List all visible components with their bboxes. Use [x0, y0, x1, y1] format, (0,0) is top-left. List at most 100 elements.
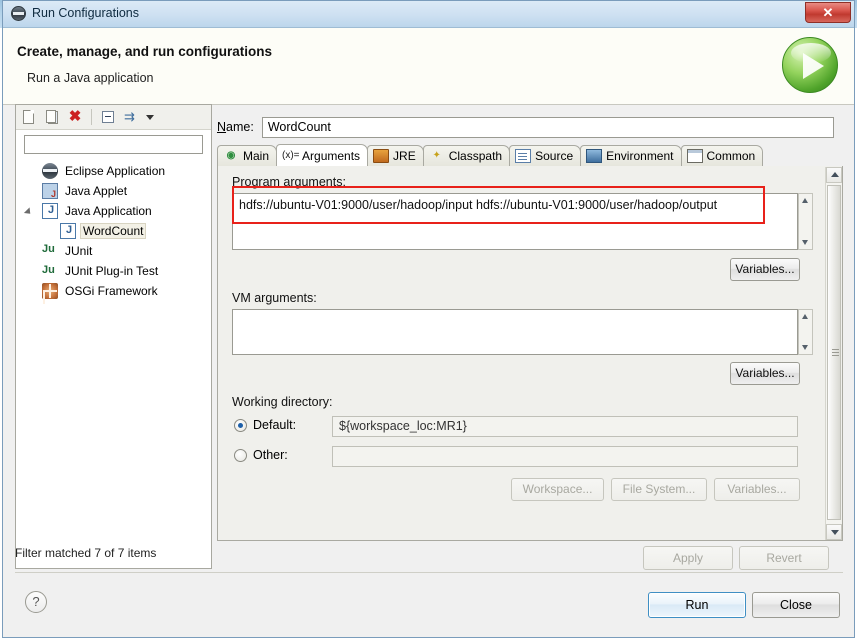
tree-item-java-applet[interactable]: Java Applet	[16, 181, 211, 201]
tab-label: Main	[243, 149, 270, 163]
source-tab-icon	[515, 149, 532, 163]
tab-common[interactable]: Common	[680, 145, 764, 166]
dialog-title: Run Configurations	[32, 6, 140, 20]
vm-arguments-label: VM arguments:	[232, 291, 317, 305]
tab-source[interactable]: Source	[509, 145, 582, 166]
java-applet-icon	[42, 183, 58, 199]
tab-label: Environment	[606, 149, 674, 163]
java-application-icon	[42, 203, 58, 219]
eclipse-icon	[11, 6, 26, 21]
tab-label: Common	[706, 149, 756, 163]
junit-plugin-icon	[42, 263, 58, 279]
footer-divider	[15, 572, 843, 573]
vm-arguments-input[interactable]	[232, 309, 798, 355]
program-arguments-label: Program arguments:	[232, 175, 346, 189]
working-directory-default-value: ${workspace_loc:MR1}	[332, 416, 798, 437]
arguments-tab-icon: (x)=	[282, 149, 300, 161]
working-directory-default-row[interactable]: Default:	[234, 418, 296, 432]
other-radio[interactable]	[234, 448, 247, 462]
tree-item-wordcount[interactable]: WordCount	[16, 221, 211, 241]
dialog-titlebar: Run Configurations ✕	[3, 1, 854, 28]
configuration-editor: Name: ◉ Main (x)= Arguments JRE ✦	[217, 104, 843, 570]
chevron-down-icon[interactable]	[146, 114, 154, 120]
tab-label: Classpath	[448, 149, 503, 163]
program-arguments-input[interactable]: hdfs://ubuntu-V01:9000/user/hadoop/input…	[232, 193, 798, 250]
tree-item-label: Java Applet	[65, 184, 128, 198]
tree-item-junit[interactable]: JUnit	[16, 241, 211, 261]
filter-input[interactable]	[24, 135, 203, 154]
vm-arguments-variables-button[interactable]: Variables...	[730, 362, 800, 385]
dialog-body: ✖ ⇉ Eclipse Application Java App	[3, 104, 854, 574]
run-play-icon	[782, 37, 838, 93]
scroll-up-icon[interactable]	[826, 167, 842, 183]
run-configurations-dialog: Run Configurations ✕ Create, manage, and…	[2, 0, 855, 638]
tree-item-label: Eclipse Application	[65, 164, 166, 178]
tab-label: Arguments	[302, 148, 361, 163]
header-title: Create, manage, and run configurations	[17, 44, 273, 59]
new-document-icon[interactable]	[20, 108, 38, 126]
default-radio[interactable]	[234, 418, 247, 432]
working-directory-variables-button[interactable]: Variables...	[714, 478, 800, 501]
name-row: Name:	[217, 116, 843, 138]
tab-label: Source	[535, 149, 574, 163]
name-label: Name:	[217, 120, 254, 134]
copy-icon[interactable]	[43, 108, 61, 126]
working-directory-other-input[interactable]	[332, 446, 798, 467]
configurations-tree: Eclipse Application Java Applet Java App…	[16, 161, 211, 301]
header-subtitle: Run a Java application	[27, 71, 154, 85]
tab-label: JRE	[393, 149, 416, 163]
default-radio-label: Default:	[253, 418, 297, 432]
workspace-button[interactable]: Workspace...	[511, 478, 604, 501]
revert-button[interactable]: Revert	[739, 546, 829, 570]
program-arguments-scrollbar[interactable]	[798, 193, 813, 250]
tab-main[interactable]: ◉ Main	[217, 145, 278, 166]
tree-item-osgi-framework[interactable]: OSGi Framework	[16, 281, 211, 301]
tab-classpath[interactable]: ✦ Classpath	[422, 145, 511, 166]
main-tab-icon: ◉	[226, 150, 236, 161]
help-question-icon[interactable]: ?	[25, 591, 47, 613]
environment-tab-icon	[586, 149, 603, 163]
tree-item-eclipse-application[interactable]: Eclipse Application	[16, 161, 211, 181]
content-scrollbar[interactable]	[825, 167, 842, 540]
filter-icon[interactable]: ⇉	[122, 108, 140, 126]
scrollbar-thumb[interactable]	[827, 185, 841, 520]
tab-jre[interactable]: JRE	[367, 145, 424, 166]
program-arguments-variables-button[interactable]: Variables...	[730, 258, 800, 281]
tree-item-label: JUnit Plug-in Test	[65, 264, 159, 278]
collapse-all-icon[interactable]	[99, 108, 117, 126]
apply-button[interactable]: Apply	[643, 546, 733, 570]
tree-item-java-application[interactable]: Java Application	[16, 201, 211, 221]
working-directory-label: Working directory:	[232, 395, 333, 409]
tab-environment[interactable]: Environment	[580, 145, 682, 166]
close-button[interactable]: Close	[752, 592, 840, 618]
toolbar-divider	[91, 109, 92, 125]
tab-arguments[interactable]: (x)= Arguments	[276, 144, 369, 166]
scroll-down-icon[interactable]	[826, 524, 842, 540]
java-application-icon	[60, 223, 76, 239]
configuration-tabs: ◉ Main (x)= Arguments JRE ✦ Classpath So…	[217, 144, 843, 167]
classpath-tab-icon: ✦	[432, 150, 441, 161]
vm-arguments-scrollbar[interactable]	[798, 309, 813, 355]
run-button[interactable]: Run	[648, 592, 746, 618]
delete-x-icon[interactable]: ✖	[66, 108, 84, 126]
tree-item-label: JUnit	[65, 244, 93, 258]
osgi-icon	[42, 283, 58, 299]
tree-item-label: WordCount	[79, 223, 147, 239]
other-radio-label: Other:	[253, 448, 288, 462]
window-close-button[interactable]: ✕	[805, 2, 851, 23]
tree-item-label: Java Application	[65, 204, 152, 218]
tree-item-label: OSGi Framework	[65, 284, 158, 298]
name-input[interactable]	[261, 116, 834, 138]
arguments-tab-panel: Program arguments: hdfs://ubuntu-V01:900…	[217, 166, 843, 541]
filter-status-text: Filter matched 7 of 7 items	[15, 546, 157, 560]
working-directory-other-row[interactable]: Other:	[234, 448, 288, 462]
jre-tab-icon	[373, 149, 390, 163]
junit-icon	[42, 243, 58, 259]
common-tab-icon	[686, 149, 703, 163]
configurations-tree-panel: ✖ ⇉ Eclipse Application Java App	[15, 104, 212, 569]
file-system-button[interactable]: File System...	[611, 478, 707, 501]
dialog-header: Create, manage, and run configurations R…	[3, 28, 854, 105]
eclipse-icon	[42, 163, 58, 179]
tree-item-junit-plugin-test[interactable]: JUnit Plug-in Test	[16, 261, 211, 281]
tree-toolbar: ✖ ⇉	[16, 105, 211, 130]
